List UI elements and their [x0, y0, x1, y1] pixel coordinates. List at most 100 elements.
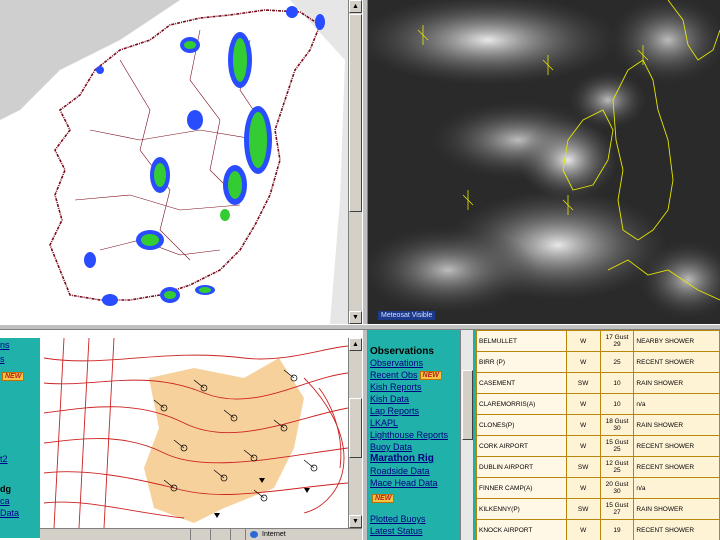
direction-cell: W — [565, 393, 601, 415]
weather-cell: n/a — [633, 393, 720, 415]
station-cell: CLAREMORRIS(A) — [476, 393, 567, 415]
menu-link-roadside-data[interactable]: Roadside Data — [370, 466, 430, 476]
side-menu-item[interactable]: Data — [0, 508, 19, 518]
scroll-thumb[interactable] — [349, 398, 362, 458]
speed-cell: 18 Gust 30 — [599, 414, 635, 436]
globe-icon — [250, 531, 258, 538]
menu-link-recent-obs[interactable]: Recent Obs NEW — [370, 370, 442, 381]
weather-cell: n/a — [633, 477, 720, 499]
direction-cell: W — [565, 435, 601, 457]
direction-cell: W — [565, 351, 601, 373]
table-row: DUBLIN AIRPORT SW 12 Gust 25 RECENT SHOW… — [476, 456, 720, 478]
satellite-label: Meteosat Visible — [378, 311, 436, 320]
direction-cell: SW — [565, 456, 601, 478]
menu-link-plotted-buoys[interactable]: Plotted Buoys — [370, 514, 426, 524]
screen: ▲ ▼ Meteosat Visible ns s NEW t2 dg ca D… — [0, 0, 720, 540]
radar-scrollbar[interactable]: ▲ ▼ — [348, 0, 362, 324]
menu-link-lighthouse-reports[interactable]: Lighthouse Reports — [370, 430, 448, 440]
direction-cell: SW — [565, 372, 601, 394]
menu-link-lkapl[interactable]: LKAPL — [370, 418, 398, 428]
weather-cell: RECENT SHOWER — [633, 351, 720, 373]
table-row: CASEMENT SW 10 RAIN SHOWER — [476, 372, 720, 394]
side-menu-heading[interactable]: dg — [0, 484, 11, 494]
satellite-image-panel: Meteosat Visible — [368, 0, 720, 324]
pane-divider-horizontal[interactable] — [0, 324, 720, 330]
new-badge: NEW — [2, 372, 25, 382]
station-cell: KNOCK AIRPORT — [476, 519, 567, 540]
direction-cell: W — [565, 477, 601, 499]
side-menu-item[interactable]: s — [0, 354, 5, 364]
station-cell: CLONES(P) — [476, 414, 567, 436]
satellite-image — [368, 0, 720, 324]
observations-panel: Observations Observations Recent Obs NEW … — [368, 330, 720, 540]
station-cell: BELMULLET — [476, 330, 567, 352]
radar-map — [0, 0, 362, 324]
table-row: BIRR (P) W 25 RECENT SHOWER — [476, 351, 720, 373]
speed-cell: 15 Gust 27 — [599, 498, 635, 520]
weather-cell: NEARBY SHOWER — [633, 330, 720, 352]
weather-cell: RECENT SHOWER — [633, 435, 720, 457]
speed-cell: 10 — [599, 393, 635, 415]
table-row: KILKENNY(P) SW 15 Gust 27 RAIN SHOWER — [476, 498, 720, 520]
speed-cell: 10 — [599, 372, 635, 394]
speed-cell: 19 — [599, 519, 635, 540]
weather-cell: RAIN SHOWER — [633, 372, 720, 394]
security-zone-label: Internet — [262, 531, 286, 538]
scroll-up-button[interactable]: ▲ — [349, 0, 362, 13]
scroll-thumb[interactable] — [462, 370, 473, 440]
side-menu-item[interactable]: ns — [0, 340, 10, 350]
side-menu: ns s NEW t2 dg ca Data — [0, 338, 40, 538]
observations-table: BELMULLET W 17 Gust 29 NEARBY SHOWER BIR… — [476, 330, 720, 540]
speed-cell: 15 Gust 25 — [599, 435, 635, 457]
station-cell: KILKENNY(P) — [476, 498, 567, 520]
observations-grid: BELMULLET W 17 Gust 29 NEARBY SHOWER BIR… — [476, 330, 720, 540]
table-row: BELMULLET W 17 Gust 29 NEARBY SHOWER — [476, 330, 720, 352]
synoptic-chart-panel: ns s NEW t2 dg ca Data ▲ ▼ Internet — [0, 330, 362, 540]
side-menu-item[interactable]: t2 — [0, 454, 8, 464]
direction-cell: W — [565, 330, 601, 352]
chart-scrollbar[interactable]: ▲ ▼ — [348, 338, 362, 528]
side-menu-item[interactable]: ca — [0, 496, 10, 506]
scroll-thumb[interactable] — [349, 14, 362, 212]
direction-cell: W — [565, 519, 601, 540]
station-cell: CASEMENT — [476, 372, 567, 394]
direction-cell: SW — [565, 498, 601, 520]
station-cell: CORK AIRPORT — [476, 435, 567, 457]
menu-link-lap-reports[interactable]: Lap Reports — [370, 406, 419, 416]
speed-cell: 20 Gust 30 — [599, 477, 635, 499]
weather-cell: RAIN SHOWER — [633, 414, 720, 436]
direction-cell: W — [565, 414, 601, 436]
browser-status-bar: Internet — [40, 528, 362, 540]
weather-cell: RECENT SHOWER — [633, 519, 720, 540]
table-row: KNOCK AIRPORT W 19 RECENT SHOWER — [476, 519, 720, 540]
menu-link-observations[interactable]: Observations — [370, 358, 423, 368]
scroll-down-button[interactable]: ▼ — [349, 311, 362, 324]
synoptic-chart — [44, 338, 348, 528]
menu-link-kish-reports[interactable]: Kish Reports — [370, 382, 422, 392]
weather-cell: RAIN SHOWER — [633, 498, 720, 520]
speed-cell: 25 — [599, 351, 635, 373]
table-row: FINNER CAMP(A) W 20 Gust 30 n/a — [476, 477, 720, 499]
station-cell: BIRR (P) — [476, 351, 567, 373]
observations-heading: Observations — [370, 346, 434, 357]
menu-link-buoy-data[interactable]: Buoy Data — [370, 442, 412, 452]
station-cell: DUBLIN AIRPORT — [476, 456, 567, 478]
radar-map-panel: ▲ ▼ — [0, 0, 362, 324]
new-badge: NEW — [419, 371, 442, 381]
speed-cell: 12 Gust 25 — [599, 456, 635, 478]
observations-scrollbar[interactable] — [460, 330, 474, 540]
menu-link-mace-head-data[interactable]: Mace Head Data — [370, 478, 438, 488]
station-cell: FINNER CAMP(A) — [476, 477, 567, 499]
table-row: CLONES(P) W 18 Gust 30 RAIN SHOWER — [476, 414, 720, 436]
new-badge: NEW — [372, 494, 395, 504]
menu-link-kish-data[interactable]: Kish Data — [370, 394, 409, 404]
scroll-up-button[interactable]: ▲ — [349, 338, 362, 351]
speed-cell: 17 Gust 29 — [599, 330, 635, 352]
menu-link-latest-status[interactable]: Latest Status — [370, 526, 423, 536]
pane-divider-vertical[interactable] — [362, 0, 368, 540]
table-row: CORK AIRPORT W 15 Gust 25 RECENT SHOWER — [476, 435, 720, 457]
menu-link-marathon-rig[interactable]: Marathon Rig — [370, 453, 434, 464]
table-row: CLAREMORRIS(A) W 10 n/a — [476, 393, 720, 415]
scroll-down-button[interactable]: ▼ — [349, 515, 362, 528]
weather-cell: RECENT SHOWER — [633, 456, 720, 478]
